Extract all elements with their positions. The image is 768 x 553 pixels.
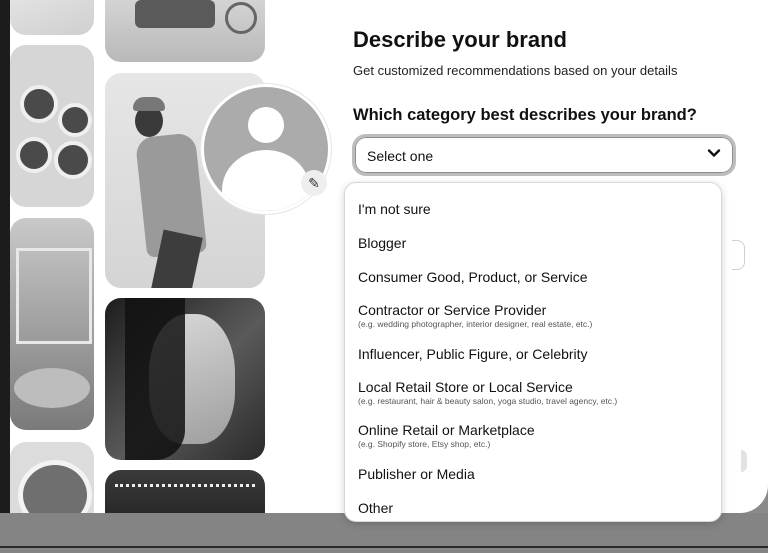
category-question: Which category best describes your brand… (353, 106, 697, 124)
edit-avatar-button[interactable]: ✎ (301, 170, 327, 196)
car-photo (10, 0, 94, 35)
hidden-field-edge (732, 240, 745, 270)
backdrop-divider (0, 546, 768, 548)
chevron-down-icon (707, 146, 721, 163)
street-lights-photo (105, 470, 265, 513)
option-contractor[interactable]: Contractor or Service Provider (e.g. wed… (358, 302, 592, 329)
category-select-value: Select one (367, 148, 434, 164)
category-dropdown-menu: I'm not sure Blogger Consumer Good, Prod… (344, 182, 722, 522)
option-online-retail[interactable]: Online Retail or Marketplace (e.g. Shopi… (358, 422, 535, 449)
portrait-woman-photo (105, 298, 265, 460)
option-influencer[interactable]: Influencer, Public Figure, or Celebrity (358, 346, 588, 362)
default-avatar-icon (248, 107, 284, 143)
option-other[interactable]: Other (358, 500, 393, 516)
option-local-retail[interactable]: Local Retail Store or Local Service (e.g… (358, 379, 617, 406)
food-platter-photo (10, 45, 94, 207)
page-title: Describe your brand (353, 27, 567, 52)
kids-room-photo (10, 218, 94, 430)
option-not-sure[interactable]: I'm not sure (358, 201, 431, 217)
option-description: (e.g. wedding photographer, interior des… (358, 319, 593, 329)
window-edge (0, 0, 10, 553)
living-room-photo (105, 0, 265, 62)
hidden-button-edge (741, 450, 747, 472)
option-blogger[interactable]: Blogger (358, 235, 406, 251)
pencil-icon: ✎ (308, 174, 320, 191)
page-subtitle: Get customized recommendations based on … (353, 63, 678, 78)
option-consumer-good[interactable]: Consumer Good, Product, or Service (358, 269, 588, 285)
option-publisher[interactable]: Publisher or Media (358, 466, 475, 482)
option-description: (e.g. restaurant, hair & beauty salon, y… (358, 396, 618, 406)
bowl-photo (10, 442, 94, 513)
option-description: (e.g. Shopify store, Etsy shop, etc.) (358, 439, 491, 449)
category-select[interactable]: Select one (352, 134, 736, 176)
